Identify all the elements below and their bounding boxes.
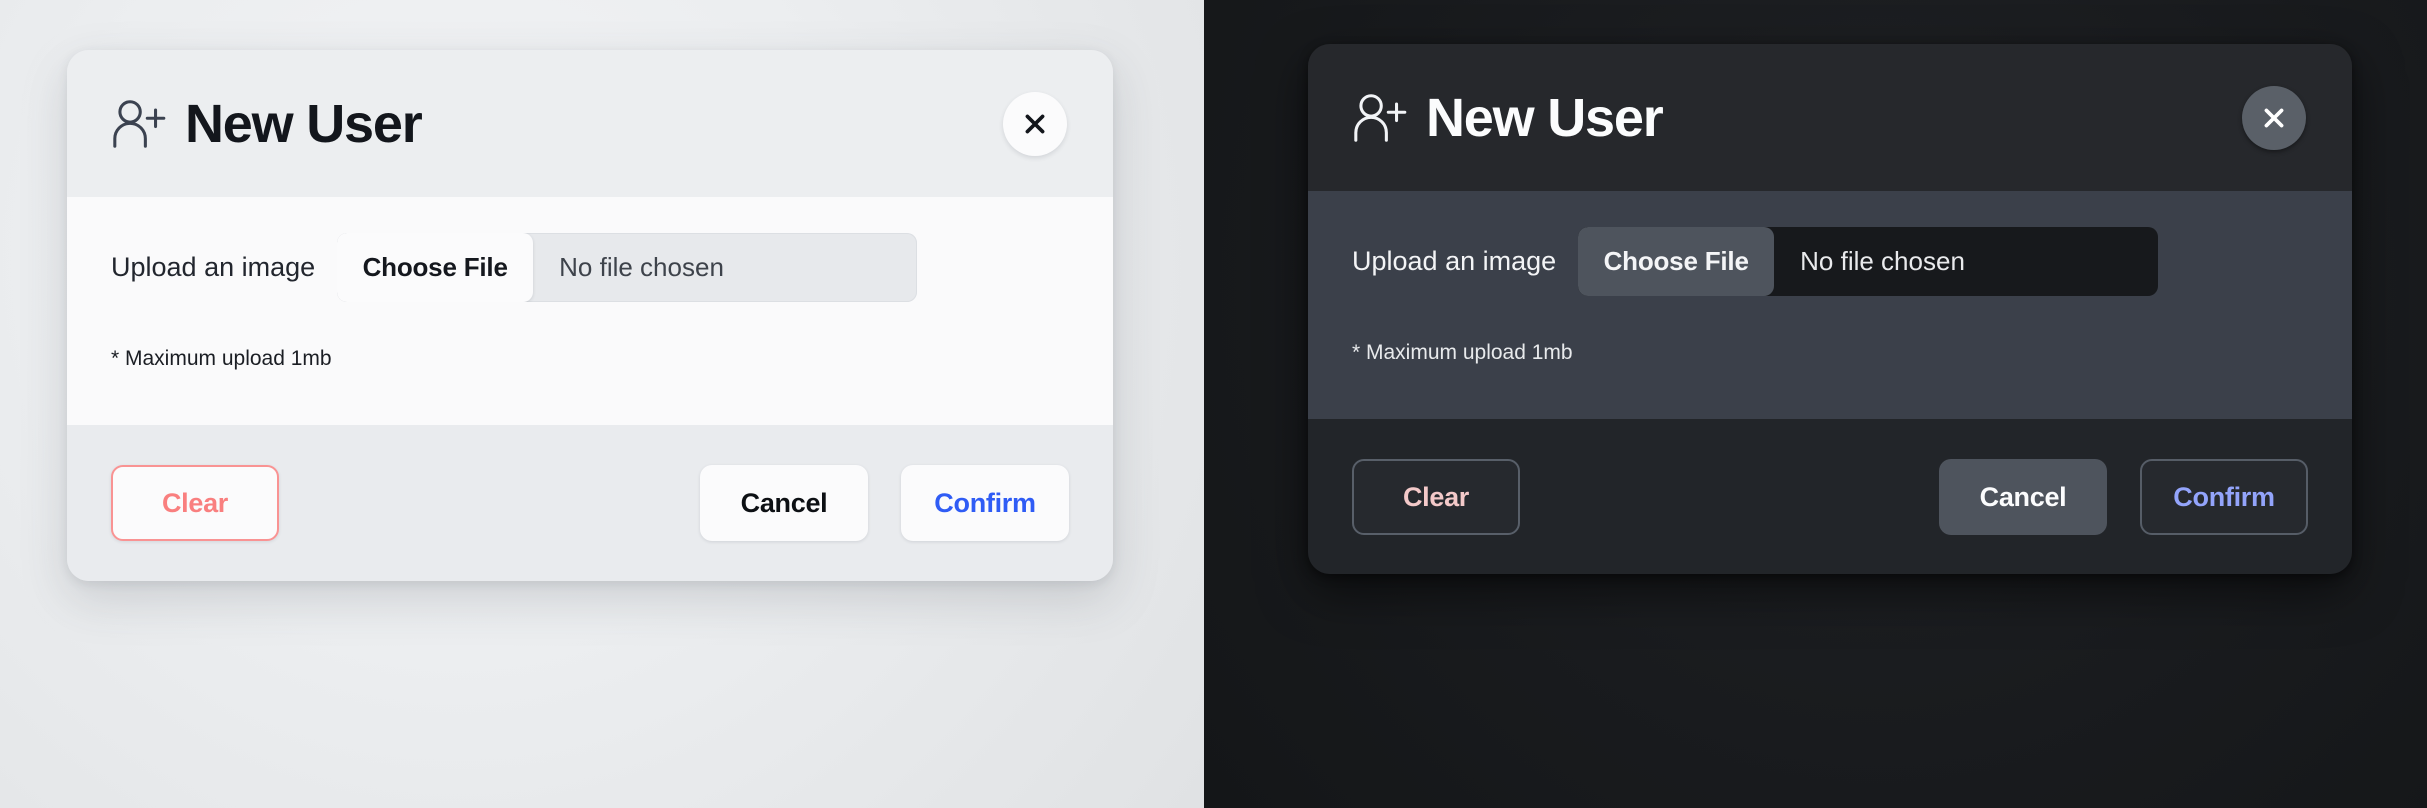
dialog-body: Upload an image Choose File No file chos… bbox=[67, 197, 1113, 425]
dialog-body: Upload an image Choose File No file chos… bbox=[1308, 191, 2352, 419]
confirm-button[interactable]: Confirm bbox=[2140, 459, 2308, 535]
cancel-button[interactable]: Cancel bbox=[700, 465, 868, 541]
dialog-title: New User bbox=[185, 93, 423, 154]
dark-theme-panel: New User Upload an image Choose File No … bbox=[1204, 0, 2427, 808]
close-dialog-button[interactable] bbox=[1003, 91, 1067, 156]
choose-file-button[interactable]: Choose File bbox=[1578, 227, 1775, 296]
upload-image-label: Upload an image bbox=[1352, 246, 1557, 276]
new-user-dialog-light: New User Upload an image Choose File No … bbox=[67, 50, 1113, 581]
light-theme-panel: New User Upload an image Choose File No … bbox=[0, 0, 1204, 808]
file-upload-input[interactable]: Choose File No file chosen bbox=[337, 233, 918, 302]
dialog-title: New User bbox=[1426, 87, 1664, 148]
close-dialog-button[interactable] bbox=[2242, 85, 2306, 150]
footer-action-group: Cancel Confirm bbox=[1939, 459, 2308, 535]
dialog-footer: Clear Cancel Confirm bbox=[1308, 419, 2352, 574]
max-upload-hint: * Maximum upload 1mb bbox=[1352, 341, 1573, 364]
upload-row: Upload an image Choose File No file chos… bbox=[111, 197, 1069, 302]
clear-button[interactable]: Clear bbox=[111, 465, 279, 541]
clear-button[interactable]: Clear bbox=[1352, 459, 1520, 535]
dialog-footer: Clear Cancel Confirm bbox=[67, 425, 1113, 581]
new-user-dialog-dark: New User Upload an image Choose File No … bbox=[1308, 44, 2352, 574]
user-add-icon bbox=[113, 99, 166, 148]
upload-image-label: Upload an image bbox=[111, 252, 316, 282]
close-icon bbox=[2264, 108, 2284, 127]
dialog-header: New User bbox=[1308, 44, 2352, 191]
user-add-icon bbox=[1354, 93, 1407, 142]
upload-row: Upload an image Choose File No file chos… bbox=[1352, 191, 2308, 296]
cancel-button[interactable]: Cancel bbox=[1939, 459, 2107, 535]
confirm-button[interactable]: Confirm bbox=[901, 465, 1069, 541]
file-status-text: No file chosen bbox=[559, 252, 724, 282]
file-status-text: No file chosen bbox=[1800, 246, 1965, 276]
dialog-header: New User bbox=[67, 50, 1113, 197]
close-icon bbox=[1025, 114, 1045, 133]
comparison-stage: New User Upload an image Choose File No … bbox=[0, 0, 2427, 808]
file-upload-input[interactable]: Choose File No file chosen bbox=[1578, 227, 2159, 296]
max-upload-hint: * Maximum upload 1mb bbox=[111, 347, 332, 370]
footer-action-group: Cancel Confirm bbox=[700, 465, 1069, 541]
choose-file-button[interactable]: Choose File bbox=[337, 233, 534, 302]
